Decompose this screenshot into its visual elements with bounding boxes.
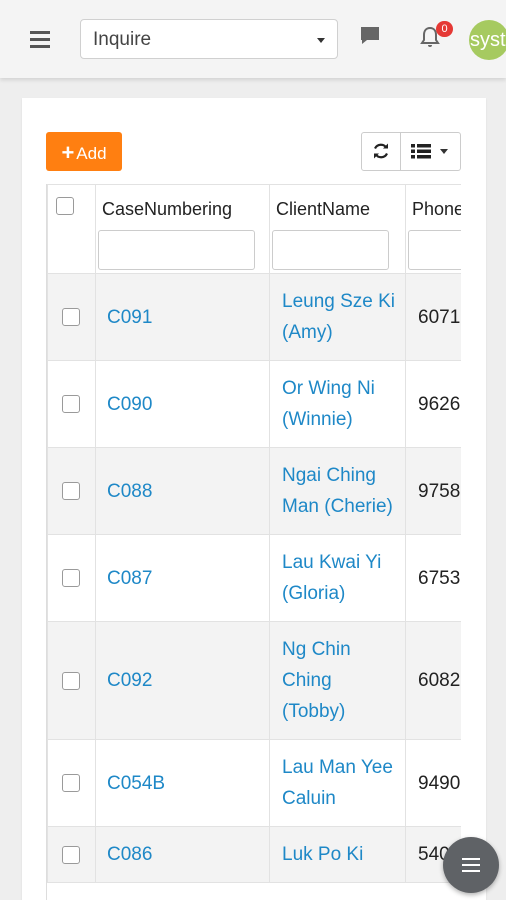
add-button[interactable]: + Add [46,132,122,171]
column-label[interactable]: ClientName [270,185,405,220]
clientname-filter-input[interactable] [272,230,389,270]
top-bar: Inquire 0 syst [0,0,506,78]
case-number-link[interactable]: C087 [107,568,152,589]
row-select-cell [47,621,96,740]
case-number-link[interactable]: C086 [107,844,152,865]
chevron-down-icon [440,149,448,154]
case-cell: C091 [95,273,270,361]
row-checkbox[interactable] [62,774,80,793]
phone-cell: 6082 [405,621,461,740]
header-select-all [47,184,96,274]
chat-icon[interactable] [359,25,381,47]
client-name-link[interactable]: Luk Po Ki [282,844,363,865]
table-row: C086 Luk Po Ki 5400 [47,826,461,883]
row-select-cell [47,739,96,827]
row-select-cell [47,447,96,535]
client-cell: Ng Chin Ching (Tobby) [269,621,406,740]
row-checkbox[interactable] [62,395,80,414]
row-checkbox[interactable] [62,845,80,864]
client-cell: Or Wing Ni (Winnie) [269,360,406,448]
case-number-link[interactable]: C090 [107,394,152,415]
client-name-link[interactable]: Lau Man Yee Caluin [282,757,393,809]
chevron-down-icon [317,38,325,43]
phone-cell: 9758 [405,447,461,535]
case-number-link[interactable]: C091 [107,307,152,328]
row-checkbox[interactable] [62,308,80,327]
phone-filter-input[interactable] [408,230,461,270]
client-cell: Ngai Ching Man (Cherie) [269,447,406,535]
select-all-checkbox[interactable] [56,197,74,215]
column-header-phone: Phone [405,184,461,274]
client-cell: Lau Man Yee Caluin [269,739,406,827]
table-row: C087 Lau Kwai Yi (Gloria) 6753 [47,534,461,622]
case-cell: C054B [95,739,270,827]
table-row: C090 Or Wing Ni (Winnie) 9626 [47,360,461,448]
menu-icon [462,858,480,860]
column-label[interactable]: CaseNumbering [96,185,269,220]
row-select-cell [47,534,96,622]
list-columns-icon [411,144,431,159]
client-name-link[interactable]: Ngai Ching Man (Cherie) [282,465,393,517]
row-checkbox[interactable] [62,671,80,690]
row-select-cell [47,273,96,361]
data-table: CaseNumbering ClientName Phone C091 Leun… [47,184,461,883]
hamburger-icon[interactable] [30,31,50,48]
phone-cell: 9490 [405,739,461,827]
phone-cell: 9626 [405,360,461,448]
add-button-label: Add [76,144,107,163]
row-checkbox[interactable] [62,569,80,588]
phone-cell: 6753 [405,534,461,622]
plus-icon: + [61,140,75,165]
client-name-link[interactable]: Ng Chin Ching (Tobby) [282,639,351,722]
notification-badge: 0 [436,21,453,37]
case-number-link[interactable]: C088 [107,481,152,502]
row-checkbox[interactable] [62,482,80,501]
client-name-link[interactable]: Lau Kwai Yi (Gloria) [282,552,381,604]
menu-fab-button[interactable] [443,837,499,893]
client-cell: Luk Po Ki [269,826,406,883]
case-cell: C086 [95,826,270,883]
column-header-clientname: ClientName [269,184,406,274]
column-header-casenumbering: CaseNumbering [95,184,270,274]
casenumbering-filter-input[interactable] [98,230,255,270]
column-label[interactable]: Phone [406,185,461,220]
view-select-value: Inquire [93,29,152,50]
client-name-link[interactable]: Or Wing Ni (Winnie) [282,378,375,430]
client-cell: Leung Sze Ki (Amy) [269,273,406,361]
client-cell: Lau Kwai Yi (Gloria) [269,534,406,622]
table-row: C088 Ngai Ching Man (Cherie) 9758 [47,447,461,535]
case-cell: C090 [95,360,270,448]
avatar[interactable]: syst [469,20,506,60]
table-row: C091 Leung Sze Ki (Amy) 6071 [47,273,461,361]
case-cell: C092 [95,621,270,740]
row-select-cell [47,360,96,448]
case-cell: C088 [95,447,270,535]
refresh-icon [374,143,388,159]
table-row: C092 Ng Chin Ching (Tobby) 6082 [47,621,461,740]
case-number-link[interactable]: C092 [107,670,152,691]
case-cell: C087 [95,534,270,622]
view-select[interactable]: Inquire [80,19,338,59]
case-number-link[interactable]: C054B [107,773,165,794]
refresh-button[interactable] [362,133,401,170]
table-toolbar [361,132,461,171]
columns-button[interactable] [401,133,460,170]
table-header-row: CaseNumbering ClientName Phone [47,184,461,274]
phone-cell: 6071 [405,273,461,361]
client-name-link[interactable]: Leung Sze Ki (Amy) [282,291,395,343]
data-table-wrapper[interactable]: CaseNumbering ClientName Phone C091 Leun… [46,184,461,900]
row-select-cell [47,826,96,883]
table-row: C054B Lau Man Yee Caluin 9490 [47,739,461,827]
